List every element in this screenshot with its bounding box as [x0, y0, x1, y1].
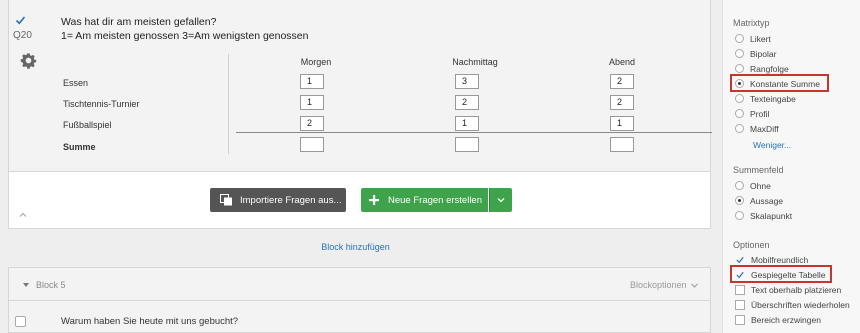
question-gutter: Q20 [9, 0, 49, 172]
radio-button[interactable] [735, 211, 744, 220]
label-column-divider [228, 54, 229, 154]
matrix-type-likert[interactable]: Likert [735, 32, 771, 45]
question-select-checkbox[interactable] [15, 15, 26, 26]
sum-total-field [300, 137, 324, 152]
option-ueberschriften-wiederholen[interactable]: Überschriften wiederholen [735, 298, 850, 311]
gear-icon[interactable] [20, 52, 37, 69]
plus-icon [369, 195, 379, 205]
sum-total-field [610, 137, 634, 152]
radio-button[interactable] [735, 34, 744, 43]
column-header[interactable]: Morgen [296, 57, 336, 67]
new-question-dropdown[interactable] [489, 188, 512, 212]
summenfeld-skalapunkt[interactable]: Skalapunkt [735, 209, 792, 222]
option-label: Rangfolge [750, 63, 789, 74]
show-less-link[interactable]: Weniger... [753, 140, 791, 150]
sum-total-field [455, 137, 479, 152]
checkbox-checked[interactable] [735, 255, 745, 265]
option-label: Skalapunkt [750, 210, 793, 221]
option-label: Bereich erzwingen [751, 314, 821, 325]
question-text[interactable]: Warum haben Sie heute mit uns gebucht? [61, 316, 238, 327]
checkbox[interactable] [735, 284, 745, 295]
sum-input[interactable]: 1 [610, 116, 634, 131]
summenfeld-title: Summenfeld [733, 165, 784, 175]
checkbox[interactable] [735, 314, 745, 325]
sum-row-label: Summe [63, 142, 96, 152]
option-bereich-erzwingen[interactable]: Bereich erzwingen [735, 313, 821, 326]
block-options-label: Blockoptionen [630, 280, 687, 290]
radio-button-selected[interactable] [735, 196, 744, 205]
matrix-type-texteingabe[interactable]: Texteingabe [735, 92, 796, 105]
copy-icon [220, 194, 232, 206]
add-block-link[interactable]: Block hinzufügen [0, 242, 711, 252]
radio-button[interactable] [735, 181, 744, 190]
option-label: Aussage [750, 195, 784, 206]
question-card[interactable]: Q20 Was hat dir am meisten gefallen? 1= … [8, 0, 712, 172]
highlight-box [730, 265, 832, 283]
new-question-label: Neue Fragen erstellen [388, 194, 482, 206]
option-label: Bipolar [750, 48, 777, 59]
collapse-block-icon[interactable] [22, 282, 30, 288]
checkmark-icon [15, 16, 26, 25]
optionen-title: Optionen [733, 240, 770, 250]
sum-input[interactable]: 1 [455, 116, 479, 131]
checkmark-icon [736, 256, 744, 263]
radio-button[interactable] [735, 124, 744, 133]
row-label[interactable]: Essen [63, 78, 88, 88]
block-5: Block 5 Blockoptionen Warum haben Sie he… [8, 267, 711, 333]
sum-input[interactable]: 2 [300, 116, 324, 131]
import-questions-label: Importiere Fragen aus... [240, 194, 342, 206]
matrixtyp-title: Matrixtyp [733, 18, 770, 28]
column-header[interactable]: Nachmittag [442, 57, 508, 67]
question-options-panel: Matrixtyp Likert Bipolar Rangfolge Konst… [722, 0, 860, 333]
question-text[interactable]: Was hat dir am meisten gefallen? [61, 16, 216, 28]
option-label: Likert [750, 33, 771, 44]
matrix-type-maxdiff[interactable]: MaxDiff [735, 122, 779, 135]
question-number: Q20 [13, 30, 32, 41]
option-label: Ohne [750, 180, 771, 191]
block-options-button[interactable]: Blockoptionen [630, 280, 698, 290]
sum-input[interactable]: 2 [610, 74, 634, 89]
import-questions-button[interactable]: Importiere Fragen aus... [210, 188, 346, 212]
chevron-down-icon [497, 198, 505, 203]
sum-input[interactable]: 2 [455, 95, 479, 110]
column-header[interactable]: Abend [602, 57, 642, 67]
chevron-down-icon [690, 283, 698, 288]
block-title[interactable]: Block 5 [36, 280, 66, 290]
radio-button[interactable] [735, 94, 744, 103]
highlight-box [730, 74, 829, 92]
new-question-button[interactable]: Neue Fragen erstellen [361, 188, 488, 212]
option-label: Texteingabe [750, 93, 796, 104]
question-select-checkbox[interactable] [15, 316, 26, 327]
matrix-type-profil[interactable]: Profil [735, 107, 769, 120]
radio-button[interactable] [735, 109, 744, 118]
radio-button[interactable] [735, 64, 744, 73]
matrix-type-bipolar[interactable]: Bipolar [735, 47, 776, 60]
summenfeld-ohne[interactable]: Ohne [735, 179, 771, 192]
question-text-scale[interactable]: 1= Am meisten genossen 3=Am wenigsten ge… [61, 30, 309, 42]
sum-input[interactable]: 1 [300, 95, 324, 110]
option-label: Profil [750, 108, 770, 119]
chevron-up-icon[interactable] [19, 212, 27, 218]
option-label: Text oberhalb platzieren [751, 284, 842, 295]
sum-divider [236, 132, 712, 133]
row-label[interactable]: Fußballspiel [63, 120, 112, 130]
radio-button[interactable] [735, 49, 744, 58]
block-actions: Importiere Fragen aus... Neue Fragen ers… [8, 172, 711, 229]
option-label: Überschriften wiederholen [751, 299, 850, 310]
option-label: MaxDiff [750, 123, 779, 134]
sum-input[interactable]: 1 [300, 74, 324, 89]
summenfeld-aussage[interactable]: Aussage [735, 194, 783, 207]
sum-input[interactable]: 3 [455, 74, 479, 89]
checkbox[interactable] [735, 299, 745, 310]
block-header: Block 5 Blockoptionen [9, 268, 710, 301]
option-label: Mobilfreundlich [751, 254, 809, 265]
option-text-oberhalb[interactable]: Text oberhalb platzieren [735, 283, 841, 296]
sum-input[interactable]: 2 [610, 95, 634, 110]
row-label[interactable]: Tischtennis-Turnier [63, 99, 139, 109]
